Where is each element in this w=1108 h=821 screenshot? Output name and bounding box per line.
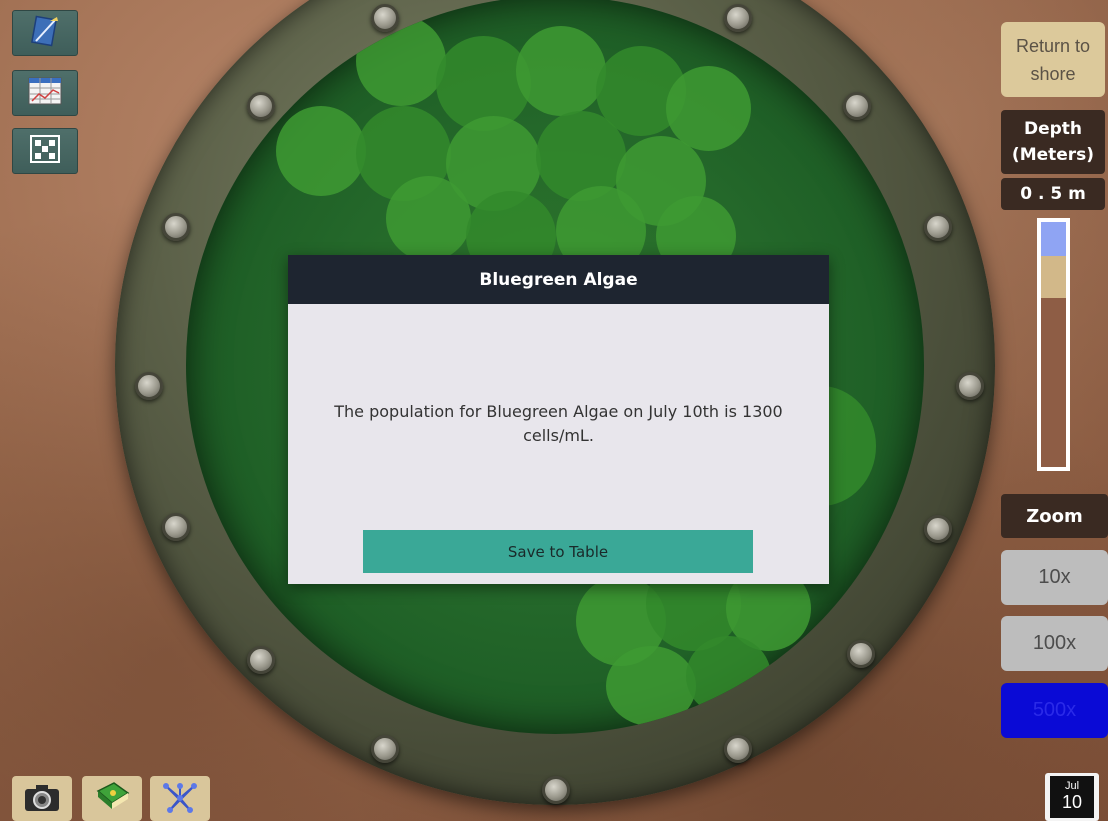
- graph-button[interactable]: [12, 128, 78, 174]
- bolt: [843, 92, 871, 120]
- algae-cell: [516, 26, 606, 116]
- date-month: Jul: [1064, 780, 1080, 792]
- depth-title-line1: Depth: [1023, 119, 1083, 139]
- field-guide-button[interactable]: [82, 776, 142, 821]
- depth-sand-layer: [1041, 256, 1066, 298]
- zoom-500x-button[interactable]: 500x: [1001, 683, 1108, 738]
- data-table-button[interactable]: [12, 70, 78, 116]
- camera-icon: [22, 781, 62, 817]
- depth-slider[interactable]: [1037, 218, 1070, 471]
- depth-title: Depth (Meters): [1001, 110, 1105, 174]
- zoom-title: Zoom: [1001, 494, 1108, 538]
- bolt: [724, 4, 752, 32]
- bolt: [162, 213, 190, 241]
- data-table-icon: [27, 76, 63, 110]
- species-info-dialog: Bluegreen Algae The population for Blueg…: [288, 255, 829, 584]
- notebook-icon: [28, 15, 62, 51]
- bolt: [247, 646, 275, 674]
- algae-cell: [356, 16, 446, 106]
- depth-value: 0 . 5 m: [1001, 178, 1105, 210]
- zoom-10x-button[interactable]: 10x: [1001, 550, 1108, 605]
- food-web-button[interactable]: [150, 776, 210, 821]
- dot-grid-icon: [30, 135, 60, 167]
- return-label-line2: shore: [1030, 63, 1076, 84]
- algae-cell: [606, 646, 696, 726]
- date-day: 10: [1061, 792, 1083, 812]
- bolt: [371, 4, 399, 32]
- bolt: [724, 735, 752, 763]
- bolt: [924, 213, 952, 241]
- food-web-icon: [160, 780, 200, 818]
- algae-cell: [686, 636, 771, 716]
- dialog-title: Bluegreen Algae: [288, 255, 829, 304]
- bolt: [924, 515, 952, 543]
- bolt: [162, 513, 190, 541]
- algae-cell: [276, 106, 366, 196]
- field-guide-icon: [92, 779, 132, 819]
- camera-button[interactable]: [12, 776, 72, 821]
- zoom-100x-button[interactable]: 100x: [1001, 616, 1108, 671]
- dialog-message: The population for Bluegreen Algae on Ju…: [334, 402, 783, 445]
- save-to-table-button[interactable]: Save to Table: [363, 530, 753, 573]
- algae-cell: [386, 176, 471, 261]
- date-badge: Jul 10: [1045, 773, 1099, 821]
- return-label-line1: Return to: [1015, 35, 1091, 56]
- bolt: [956, 372, 984, 400]
- bolt: [847, 640, 875, 668]
- bolt: [247, 92, 275, 120]
- return-to-shore-button[interactable]: Return to shore: [1001, 22, 1105, 97]
- notebook-button[interactable]: [12, 10, 78, 56]
- bolt: [371, 735, 399, 763]
- depth-indicator[interactable]: [1041, 222, 1066, 256]
- algae-cell: [666, 66, 751, 151]
- bolt: [135, 372, 163, 400]
- depth-title-line2: (Meters): [1011, 145, 1095, 165]
- bolt: [542, 776, 570, 804]
